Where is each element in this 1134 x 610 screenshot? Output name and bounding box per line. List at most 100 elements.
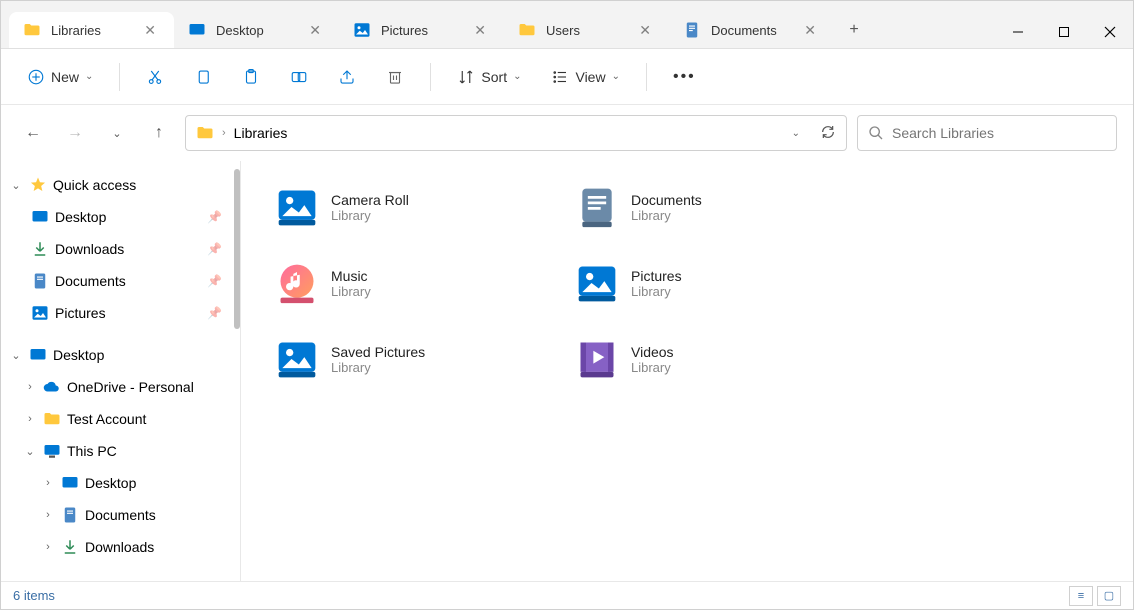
- chevron-down-icon[interactable]: ⌄: [792, 128, 800, 139]
- pin-icon[interactable]: 📌: [207, 306, 222, 320]
- address-bar[interactable]: › Libraries ⌄: [185, 115, 847, 151]
- maximize-button[interactable]: [1041, 16, 1087, 48]
- tab-label: Pictures: [381, 23, 428, 38]
- tree-label: OneDrive - Personal: [67, 379, 194, 395]
- toolbar: New ⌄ Sort ⌄ View ⌄ •••: [1, 49, 1133, 105]
- chevron-down-icon: ⌄: [513, 71, 521, 82]
- delete-button[interactable]: [376, 62, 414, 92]
- chevron-right-icon[interactable]: ›: [41, 541, 55, 553]
- search-input[interactable]: [892, 125, 1106, 141]
- sidebar-item-documents[interactable]: Documents 📌: [1, 265, 240, 297]
- chevron-down-icon[interactable]: ⌄: [9, 349, 23, 362]
- tab-pictures[interactable]: Pictures ✕: [339, 12, 504, 48]
- copy-button[interactable]: [184, 62, 222, 92]
- forward-button[interactable]: →: [59, 117, 91, 149]
- close-icon[interactable]: ✕: [305, 20, 325, 41]
- titlebar: Libraries ✕ Desktop ✕ Pictures ✕ Users ✕…: [1, 1, 1133, 49]
- close-icon[interactable]: ✕: [140, 20, 160, 41]
- separator: [646, 63, 647, 91]
- pin-icon[interactable]: 📌: [207, 274, 222, 288]
- tab-libraries[interactable]: Libraries ✕: [9, 12, 174, 48]
- chevron-down-icon[interactable]: ⌄: [23, 445, 37, 458]
- sidebar-pc-documents[interactable]: › Documents: [1, 499, 240, 531]
- close-icon[interactable]: ✕: [800, 20, 820, 41]
- details-view-button[interactable]: ≡: [1069, 586, 1093, 606]
- icons-view-button[interactable]: ▢: [1097, 586, 1121, 606]
- item-music[interactable]: MusicLibrary: [271, 257, 531, 309]
- pc-icon: [43, 442, 61, 460]
- pictures-icon: [31, 304, 49, 322]
- search-icon: [868, 125, 884, 141]
- item-name: Saved Pictures: [331, 344, 425, 360]
- tree-label: Documents: [55, 273, 126, 289]
- separator: [430, 63, 431, 91]
- new-tab-button[interactable]: +: [834, 12, 874, 48]
- new-label: New: [51, 69, 79, 85]
- view-button[interactable]: View ⌄: [541, 62, 629, 92]
- refresh-button[interactable]: [820, 124, 836, 143]
- view-label: View: [575, 69, 605, 85]
- item-name: Documents: [631, 192, 702, 208]
- item-camera-roll[interactable]: Camera RollLibrary: [271, 181, 531, 233]
- sidebar-onedrive[interactable]: › OneDrive - Personal: [1, 371, 240, 403]
- folder-icon: [23, 21, 41, 39]
- up-button[interactable]: ↑: [143, 117, 175, 149]
- chevron-right-icon[interactable]: ›: [41, 509, 55, 521]
- share-button[interactable]: [328, 62, 366, 92]
- new-button[interactable]: New ⌄: [17, 62, 103, 92]
- folder-icon: [518, 21, 536, 39]
- cut-button[interactable]: [136, 62, 174, 92]
- sidebar-pc-desktop[interactable]: › Desktop: [1, 467, 240, 499]
- tab-users[interactable]: Users ✕: [504, 12, 669, 48]
- recent-button[interactable]: ⌄: [101, 117, 133, 149]
- item-saved-pictures[interactable]: Saved PicturesLibrary: [271, 333, 531, 385]
- tab-documents[interactable]: Documents ✕: [669, 12, 834, 48]
- pictures-library-icon: [575, 261, 619, 305]
- chevron-right-icon[interactable]: ›: [23, 413, 37, 425]
- videos-library-icon: [575, 337, 619, 381]
- sidebar-item-desktop[interactable]: Desktop 📌: [1, 201, 240, 233]
- chevron-right-icon[interactable]: ›: [23, 381, 37, 393]
- sidebar-item-downloads[interactable]: Downloads 📌: [1, 233, 240, 265]
- search-box[interactable]: [857, 115, 1117, 151]
- item-pictures[interactable]: PicturesLibrary: [571, 257, 831, 309]
- pictures-icon: [353, 21, 371, 39]
- content-area: Camera RollLibrary DocumentsLibrary Musi…: [241, 161, 1133, 581]
- cloud-icon: [43, 378, 61, 396]
- sidebar-item-pictures[interactable]: Pictures 📌: [1, 297, 240, 329]
- item-documents[interactable]: DocumentsLibrary: [571, 181, 831, 233]
- chevron-down-icon[interactable]: ⌄: [9, 179, 23, 192]
- desktop-icon: [29, 346, 47, 364]
- item-name: Videos: [631, 344, 674, 360]
- tab-desktop[interactable]: Desktop ✕: [174, 12, 339, 48]
- tab-label: Libraries: [51, 23, 101, 38]
- item-type: Library: [331, 360, 425, 375]
- more-button[interactable]: •••: [663, 62, 706, 92]
- tree-label: This PC: [67, 443, 117, 459]
- sidebar-pc-downloads[interactable]: › Downloads: [1, 531, 240, 563]
- item-videos[interactable]: VideosLibrary: [571, 333, 831, 385]
- sidebar-this-pc[interactable]: ⌄ This PC: [1, 435, 240, 467]
- sidebar-test-account[interactable]: › Test Account: [1, 403, 240, 435]
- rename-button[interactable]: [280, 62, 318, 92]
- desktop-icon: [188, 21, 206, 39]
- item-type: Library: [631, 208, 702, 223]
- pin-icon[interactable]: 📌: [207, 242, 222, 256]
- close-button[interactable]: [1087, 16, 1133, 48]
- pictures-library-icon: [275, 185, 319, 229]
- close-icon[interactable]: ✕: [470, 20, 490, 41]
- item-type: Library: [631, 284, 682, 299]
- breadcrumb-location[interactable]: Libraries: [234, 125, 288, 141]
- sidebar-desktop-root[interactable]: ⌄ Desktop: [1, 339, 240, 371]
- sidebar-quick-access[interactable]: ⌄ Quick access: [1, 169, 240, 201]
- pin-icon[interactable]: 📌: [207, 210, 222, 224]
- paste-button[interactable]: [232, 62, 270, 92]
- minimize-button[interactable]: [995, 16, 1041, 48]
- tab-label: Users: [546, 23, 580, 38]
- sort-button[interactable]: Sort ⌄: [447, 62, 531, 92]
- back-button[interactable]: ←: [17, 117, 49, 149]
- close-icon[interactable]: ✕: [635, 20, 655, 41]
- body: ⌄ Quick access Desktop 📌 Downloads 📌 Doc…: [1, 161, 1133, 581]
- scrollbar[interactable]: [234, 169, 240, 329]
- chevron-right-icon[interactable]: ›: [41, 477, 55, 489]
